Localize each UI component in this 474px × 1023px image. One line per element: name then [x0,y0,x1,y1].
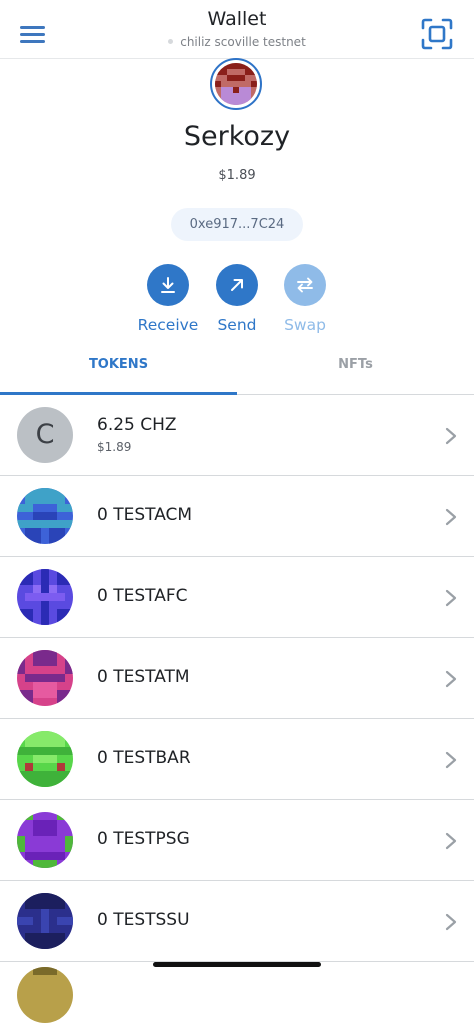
receive-label: Receive [137,316,199,334]
chevron-right-icon [445,589,457,607]
account-avatar[interactable] [210,58,262,110]
token-amount: 0 TESTACM [97,505,193,525]
token-amount: 0 TESTAFC [97,586,188,606]
testafc-token-icon [17,569,73,625]
token-amount: 0 TESTSSU [97,910,190,930]
account-name: Serkozy [183,121,291,152]
testpsg-token-icon [17,812,73,868]
token-row-testbar[interactable]: 0 TESTBAR [0,719,474,800]
token-row-testpsg[interactable]: 0 TESTPSG [0,800,474,881]
tab-tokens[interactable]: TOKENS [0,345,237,394]
receive-icon [147,264,189,306]
wallet-header: Wallet chiliz scoville testnet [0,0,474,59]
token-amount: 0 TESTBAR [97,748,191,768]
swap-button[interactable]: Swap [265,264,345,334]
network-name: chiliz scoville testnet [180,35,306,49]
receive-button[interactable]: Receive [128,264,208,334]
partial-token-icon [17,967,73,1023]
network-indicator[interactable]: chiliz scoville testnet [0,35,474,49]
testacm-token-icon [17,488,73,544]
chevron-right-icon [445,670,457,688]
chevron-right-icon [445,508,457,526]
token-row-testatm[interactable]: 0 TESTATM [0,638,474,719]
swap-label: Swap [284,316,326,334]
scan-qr-icon[interactable] [421,18,453,50]
testbar-token-icon [17,731,73,787]
token-fiat-value: $1.89 [97,440,132,454]
token-list: C 6.25 CHZ $1.89 0 TESTACM 0 TESTAFC 0 T… [0,395,474,962]
token-row-testssu[interactable]: 0 TESTSSU [0,881,474,962]
testatm-token-icon [17,650,73,706]
token-amount: 0 TESTPSG [97,829,190,849]
tab-nfts[interactable]: NFTs [237,345,474,394]
account-balance: $1.89 [218,168,256,183]
chevron-right-icon [445,913,457,931]
token-row-testafc[interactable]: 0 TESTAFC [0,557,474,638]
token-amount: 0 TESTATM [97,667,190,687]
asset-tabs: TOKENS NFTs [0,345,474,395]
testssu-token-icon [17,893,73,949]
chevron-right-icon [445,832,457,850]
chz-token-icon: C [17,407,73,463]
chevron-right-icon [445,427,457,445]
home-indicator [153,962,321,967]
chevron-right-icon [445,751,457,769]
send-icon [216,264,258,306]
token-row-testacm[interactable]: 0 TESTACM [0,476,474,557]
swap-icon [284,264,326,306]
network-status-dot [168,39,174,44]
token-row-chz[interactable]: C 6.25 CHZ $1.89 [0,395,474,476]
account-address-button[interactable]: 0xe917...7C24 [171,208,303,241]
page-title: Wallet [207,8,267,30]
token-amount: 6.25 CHZ [97,415,177,435]
